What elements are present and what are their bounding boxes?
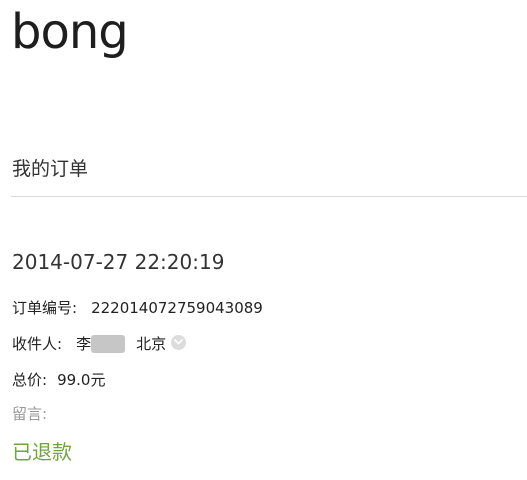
recipient-row: 收件人: 李 北京 <box>12 334 187 354</box>
recipient-name-redaction <box>91 335 126 353</box>
chevron-down-glyph <box>174 339 183 345</box>
order-number-value: 222014072759043089 <box>91 299 263 317</box>
bong-logo: bong <box>11 4 129 60</box>
order-datetime: 2014-07-27 22:20:19 <box>12 250 225 274</box>
message-row: 留言: <box>12 404 47 424</box>
order-status: 已退款 <box>12 440 72 464</box>
recipient-name: 李 <box>76 335 92 353</box>
total-label: 总价: <box>12 371 48 389</box>
total-row: 总价: 99.0元 <box>12 370 105 390</box>
page-title: 我的订单 <box>12 158 89 180</box>
total-value: 99.0元 <box>57 371 106 389</box>
message-label: 留言: <box>12 405 48 423</box>
chevron-down-icon[interactable] <box>171 334 187 350</box>
title-divider <box>11 196 527 197</box>
order-number-label: 订单编号: <box>12 299 78 317</box>
recipient-city: 北京 <box>136 335 167 353</box>
recipient-label: 收件人: <box>12 335 63 353</box>
order-number-row: 订单编号: 222014072759043089 <box>12 298 263 318</box>
